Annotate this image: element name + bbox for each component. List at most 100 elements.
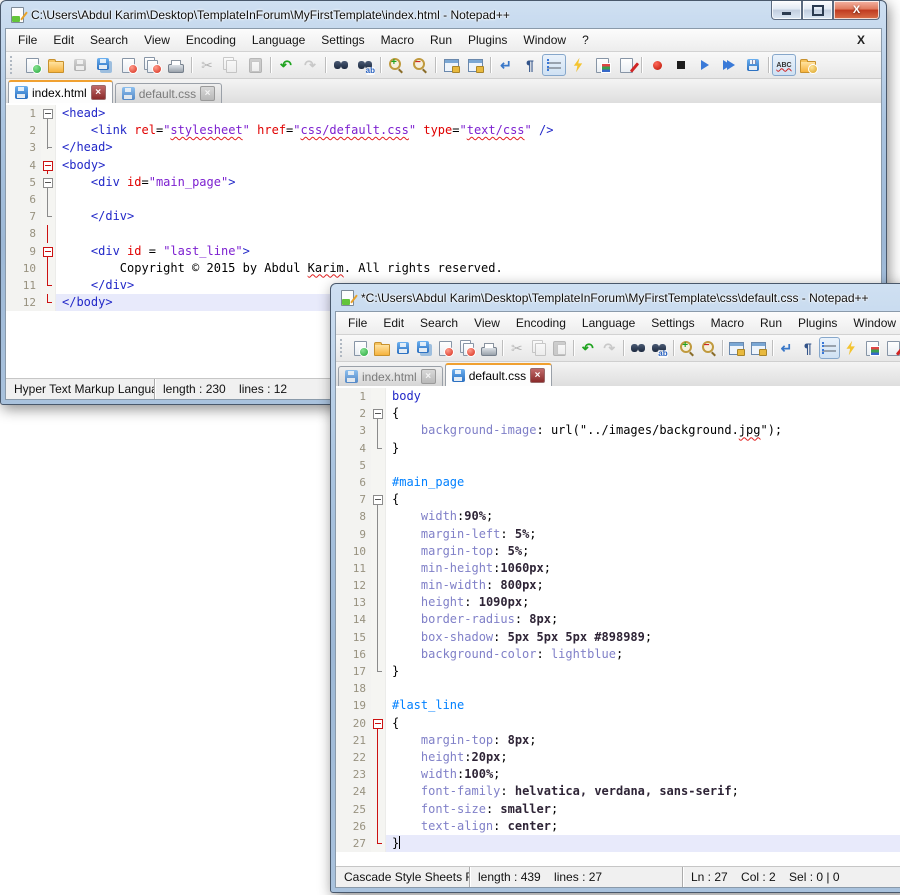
code-line[interactable]: 18 <box>336 680 900 697</box>
fold-margin[interactable] <box>371 543 386 560</box>
doc-monitor-icon[interactable] <box>796 54 820 76</box>
indent-guide-icon[interactable] <box>819 337 840 359</box>
menu-item-plugins[interactable]: Plugins <box>460 32 515 48</box>
fold-margin[interactable] <box>371 818 386 835</box>
tab-close-icon[interactable]: × <box>530 368 545 383</box>
fold-margin[interactable] <box>371 663 386 680</box>
redo-icon[interactable]: ↷ <box>298 54 322 76</box>
save-all-icon[interactable] <box>92 54 116 76</box>
fold-margin[interactable] <box>371 749 386 766</box>
show-symbols-icon[interactable]: ¶ <box>518 54 542 76</box>
tab-default-css[interactable]: default.css× <box>445 363 552 386</box>
sync-v-icon[interactable] <box>439 54 463 76</box>
menu-item-run[interactable]: Run <box>422 32 460 48</box>
code-line[interactable]: 12 min-width: 800px; <box>336 577 900 594</box>
sync-h-icon[interactable] <box>748 337 769 359</box>
save-icon[interactable] <box>392 337 413 359</box>
fold-margin[interactable] <box>41 105 56 122</box>
menu-item-file[interactable]: File <box>10 32 45 48</box>
restore-button[interactable] <box>802 1 833 20</box>
save-macro-icon[interactable] <box>741 54 765 76</box>
menu-item-view[interactable]: View <box>466 315 508 331</box>
fold-margin[interactable] <box>371 577 386 594</box>
tab-default-css[interactable]: default.css× <box>115 83 222 103</box>
fold-margin[interactable] <box>41 174 56 191</box>
cut-icon[interactable]: ✂ <box>506 337 527 359</box>
fold-margin[interactable] <box>371 629 386 646</box>
menu-close-document-button[interactable]: X <box>845 33 877 47</box>
save-icon[interactable] <box>68 54 92 76</box>
menu-item-edit[interactable]: Edit <box>375 315 412 331</box>
close-button[interactable]: X <box>833 1 880 20</box>
fold-margin[interactable] <box>41 294 56 311</box>
menu-item-file[interactable]: File <box>340 315 375 331</box>
fold-margin[interactable] <box>371 732 386 749</box>
open-icon[interactable] <box>371 337 392 359</box>
fold-margin[interactable] <box>371 680 386 697</box>
code-line[interactable]: 4<body> <box>6 157 881 174</box>
replace-icon[interactable]: ab <box>648 337 669 359</box>
replace-icon[interactable]: ab <box>353 54 377 76</box>
doc-switch-icon[interactable] <box>614 54 638 76</box>
fold-margin[interactable] <box>371 491 386 508</box>
code-line[interactable]: 7 </div> <box>6 208 881 225</box>
menu-item-view[interactable]: View <box>136 32 178 48</box>
code-line[interactable]: 9 <div id = "last_line"> <box>6 243 881 260</box>
fold-margin[interactable] <box>371 388 386 405</box>
menu-item-settings[interactable]: Settings <box>643 315 702 331</box>
function-list-icon[interactable] <box>566 54 590 76</box>
fold-margin[interactable] <box>371 457 386 474</box>
tab-index-html[interactable]: index.html× <box>338 366 443 386</box>
zoom-out-icon[interactable] <box>408 54 432 76</box>
tab-close-icon[interactable]: × <box>200 86 215 101</box>
word-wrap-icon[interactable]: ↵ <box>776 337 797 359</box>
doc-map-icon[interactable] <box>590 54 614 76</box>
code-line[interactable]: 22 height:20px; <box>336 749 900 766</box>
undo-icon[interactable]: ↶ <box>274 54 298 76</box>
print-icon[interactable] <box>164 54 188 76</box>
code-line[interactable]: 8 <box>6 225 881 242</box>
menu-item-run[interactable]: Run <box>752 315 790 331</box>
code-line[interactable]: 21 margin-top: 8px; <box>336 732 900 749</box>
menu-item-edit[interactable]: Edit <box>45 32 82 48</box>
open-icon[interactable] <box>44 54 68 76</box>
fold-margin[interactable] <box>371 697 386 714</box>
undo-icon[interactable]: ↶ <box>577 337 598 359</box>
code-line[interactable]: 25 font-size: smaller; <box>336 801 900 818</box>
titlebar[interactable]: C:\Users\Abdul Karim\Desktop\TemplateInF… <box>1 1 886 28</box>
code-line[interactable]: 2 <link rel="stylesheet" href="css/defau… <box>6 122 881 139</box>
play-icon[interactable] <box>693 54 717 76</box>
fold-margin[interactable] <box>41 191 56 208</box>
cut-icon[interactable]: ✂ <box>195 54 219 76</box>
fold-margin[interactable] <box>41 139 56 156</box>
close-icon[interactable] <box>116 54 140 76</box>
tab-close-icon[interactable]: × <box>421 369 436 384</box>
code-line[interactable]: 6#main_page <box>336 474 900 491</box>
zoom-in-icon[interactable] <box>384 54 408 76</box>
find-icon[interactable] <box>329 54 353 76</box>
show-symbols-icon[interactable]: ¶ <box>797 337 818 359</box>
menu-item-language[interactable]: Language <box>244 32 313 48</box>
fold-margin[interactable] <box>41 225 56 242</box>
save-all-icon[interactable] <box>414 337 435 359</box>
print-icon[interactable] <box>478 337 499 359</box>
zoom-in-icon[interactable] <box>677 337 698 359</box>
menu-item-search[interactable]: Search <box>412 315 466 331</box>
fold-margin[interactable] <box>371 508 386 525</box>
code-line[interactable]: 7{ <box>336 491 900 508</box>
copy-icon[interactable] <box>528 337 549 359</box>
fold-margin[interactable] <box>371 440 386 457</box>
paste-icon[interactable] <box>243 54 267 76</box>
code-line[interactable]: 26 text-align: center; <box>336 818 900 835</box>
word-wrap-icon[interactable]: ↵ <box>494 54 518 76</box>
fold-margin[interactable] <box>41 260 56 277</box>
fold-margin[interactable] <box>371 422 386 439</box>
doc-map-icon[interactable] <box>861 337 882 359</box>
code-editor[interactable]: 1body2{3 background-image: url("../image… <box>336 386 900 866</box>
code-line[interactable]: 15 box-shadow: 5px 5px 5px #898989; <box>336 629 900 646</box>
code-line[interactable]: 6 <box>6 191 881 208</box>
close-all-icon[interactable] <box>456 337 477 359</box>
fold-margin[interactable] <box>41 243 56 260</box>
code-line[interactable]: 5 <div id="main_page"> <box>6 174 881 191</box>
find-icon[interactable] <box>627 337 648 359</box>
